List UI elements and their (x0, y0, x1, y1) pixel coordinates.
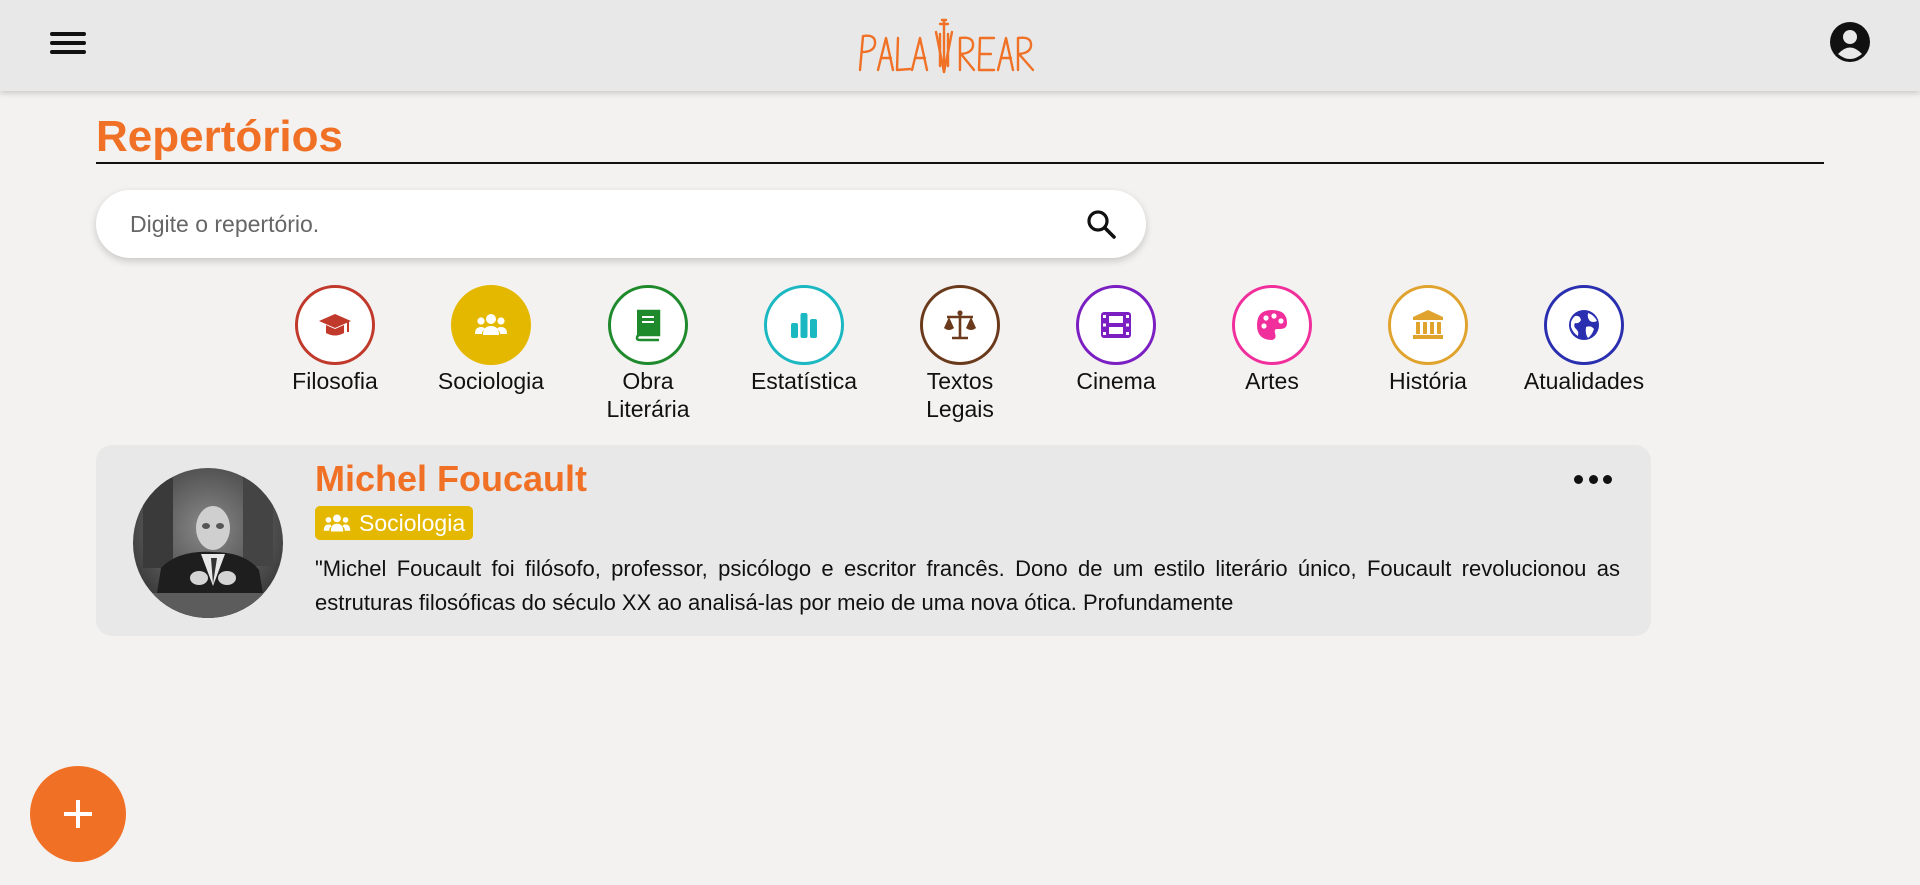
book-icon (608, 285, 688, 365)
category-label: Obra Literária (606, 368, 690, 422)
search-bar (96, 190, 1146, 258)
category-historia[interactable]: História (1358, 285, 1498, 395)
category-label: Textos Legais (926, 368, 994, 422)
palavrear-logo[interactable] (856, 14, 1066, 78)
add-repertoire-button[interactable] (30, 766, 126, 862)
category-artes[interactable]: Artes (1202, 285, 1342, 395)
category-obra-literaria[interactable]: Obra Literária (578, 285, 718, 423)
users-icon (451, 285, 531, 365)
category-atualidades[interactable]: Atualidades (1514, 285, 1654, 395)
palette-icon (1232, 285, 1312, 365)
top-app-bar (0, 0, 1920, 91)
category-badge-label: Sociologia (359, 509, 466, 536)
card-excerpt: "Michel Foucault foi filósofo, professor… (315, 556, 1620, 615)
account-circle-icon[interactable] (1829, 21, 1871, 63)
film-icon (1076, 285, 1156, 365)
category-label: Cinema (1076, 368, 1156, 394)
search-input[interactable] (130, 190, 1030, 258)
users-icon (323, 514, 351, 532)
graduation-cap-icon (295, 285, 375, 365)
title-divider (96, 162, 1824, 164)
page-title: Repertórios (96, 112, 343, 161)
avatar (133, 468, 283, 618)
category-sociologia[interactable]: Sociologia (421, 285, 561, 395)
scale-icon (920, 285, 1000, 365)
landmark-icon (1388, 285, 1468, 365)
category-label: Sociologia (437, 368, 545, 394)
globe-icon (1544, 285, 1624, 365)
category-cinema[interactable]: Cinema (1046, 285, 1186, 395)
bar-chart-icon (764, 285, 844, 365)
hamburger-menu-icon[interactable] (48, 28, 88, 58)
plus-icon (64, 800, 92, 828)
category-label: Filosofia (292, 368, 378, 394)
category-label: História (1389, 368, 1467, 394)
category-label: Artes (1245, 368, 1299, 394)
category-filosofia[interactable]: Filosofia (265, 285, 405, 395)
category-badge: Sociologia (315, 506, 474, 540)
more-options-icon[interactable] (1574, 468, 1612, 490)
category-estatistica[interactable]: Estatística (734, 285, 874, 395)
category-label: Estatística (750, 368, 858, 394)
category-textos-legais[interactable]: Textos Legais (890, 285, 1030, 423)
search-icon[interactable] (1084, 207, 1118, 241)
card-title[interactable]: Michel Foucault (315, 458, 587, 500)
category-label: Atualidades (1523, 368, 1645, 394)
